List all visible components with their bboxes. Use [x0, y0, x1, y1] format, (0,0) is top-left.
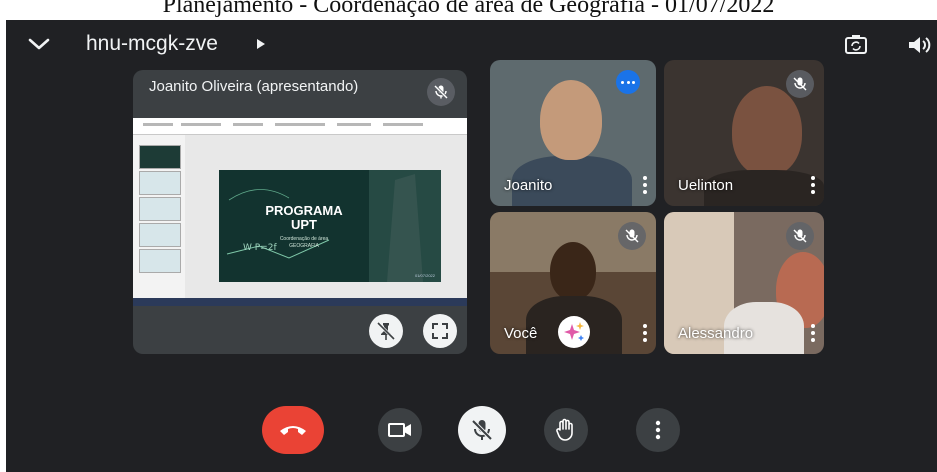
- slide-title-line2: UPT: [291, 217, 317, 232]
- participant-face: [550, 242, 596, 300]
- more-options-icon[interactable]: [616, 70, 640, 94]
- participant-name: Alessandro: [678, 325, 754, 342]
- participant-face: [540, 80, 602, 160]
- mic-off-icon: [471, 419, 493, 441]
- camera-icon: [388, 423, 411, 437]
- caret-right-icon[interactable]: [257, 39, 265, 49]
- participant-name: Você: [504, 325, 538, 342]
- meet-call-screen: hnu-mcgk-zve Joanito Oliveira (apresenta…: [6, 20, 937, 472]
- speaker-icon[interactable]: [906, 34, 932, 56]
- mic-off-icon: [786, 70, 814, 98]
- presenter-label: Joanito Oliveira (apresentando): [149, 78, 359, 95]
- camera-button[interactable]: [378, 408, 422, 452]
- slide-thumbnail: [139, 171, 181, 195]
- slide-subtitle-line2: GEOGRAFIA: [289, 243, 319, 249]
- sparkle-icon: [564, 322, 584, 341]
- participant-tile-alessandro[interactable]: Alessandro: [664, 212, 824, 354]
- chevron-down-icon[interactable]: [26, 34, 52, 54]
- visual-effects-button[interactable]: [558, 316, 590, 348]
- slide-thumbnail: [139, 197, 181, 221]
- shared-screen: W P=2f PROGRAMA UPT Coordenação de área …: [133, 118, 467, 306]
- slide-thumbnail: [139, 249, 181, 273]
- kebab-menu-icon[interactable]: [810, 324, 816, 342]
- mic-off-icon: [618, 222, 646, 250]
- slide-thumbnail: [139, 145, 181, 169]
- slide-title-line1: PROGRAMA: [265, 203, 343, 218]
- more-vert-icon: [655, 420, 661, 440]
- slide-thumbnails: [133, 135, 185, 298]
- kebab-menu-icon[interactable]: [642, 176, 648, 194]
- current-slide: W P=2f PROGRAMA UPT Coordenação de área …: [219, 170, 441, 282]
- presentation-tile[interactable]: Joanito Oliveira (apresentando) W P=2f P…: [133, 70, 467, 354]
- pin-off-icon: [376, 321, 396, 341]
- participant-name: Uelinton: [678, 177, 734, 194]
- mic-off-icon: [786, 222, 814, 250]
- fullscreen-button[interactable]: [423, 314, 457, 348]
- participant-tile-uelinton[interactable]: Uelinton: [664, 60, 824, 206]
- microphone-button[interactable]: [458, 406, 506, 454]
- pin-off-button[interactable]: [369, 314, 403, 348]
- ppt-ribbon: [133, 118, 467, 135]
- slide-date: 01/07/2022: [414, 273, 435, 278]
- more-options-button[interactable]: [636, 408, 680, 452]
- participant-face: [732, 86, 802, 176]
- switch-camera-icon[interactable]: [844, 34, 868, 56]
- raise-hand-icon: [556, 418, 573, 441]
- fullscreen-icon: [432, 323, 448, 339]
- kebab-menu-icon[interactable]: [810, 176, 816, 194]
- participant-tile-joanito[interactable]: Joanito: [490, 60, 656, 206]
- document-caption: Planejamento - Coordenação de área de Ge…: [162, 0, 775, 18]
- participant-tile-voce[interactable]: Você: [490, 212, 656, 354]
- kebab-menu-icon[interactable]: [642, 324, 648, 342]
- end-call-button[interactable]: [262, 406, 324, 454]
- slide-thumbnail: [139, 223, 181, 247]
- participant-name: Joanito: [504, 177, 553, 194]
- raise-hand-button[interactable]: [544, 408, 588, 452]
- slide-subtitle-line1: Coordenação de área: [279, 236, 329, 242]
- meeting-code[interactable]: hnu-mcgk-zve: [86, 32, 218, 56]
- taskbar: [133, 298, 467, 306]
- phone-hangup-icon: [280, 426, 306, 435]
- mic-off-icon: [427, 78, 455, 106]
